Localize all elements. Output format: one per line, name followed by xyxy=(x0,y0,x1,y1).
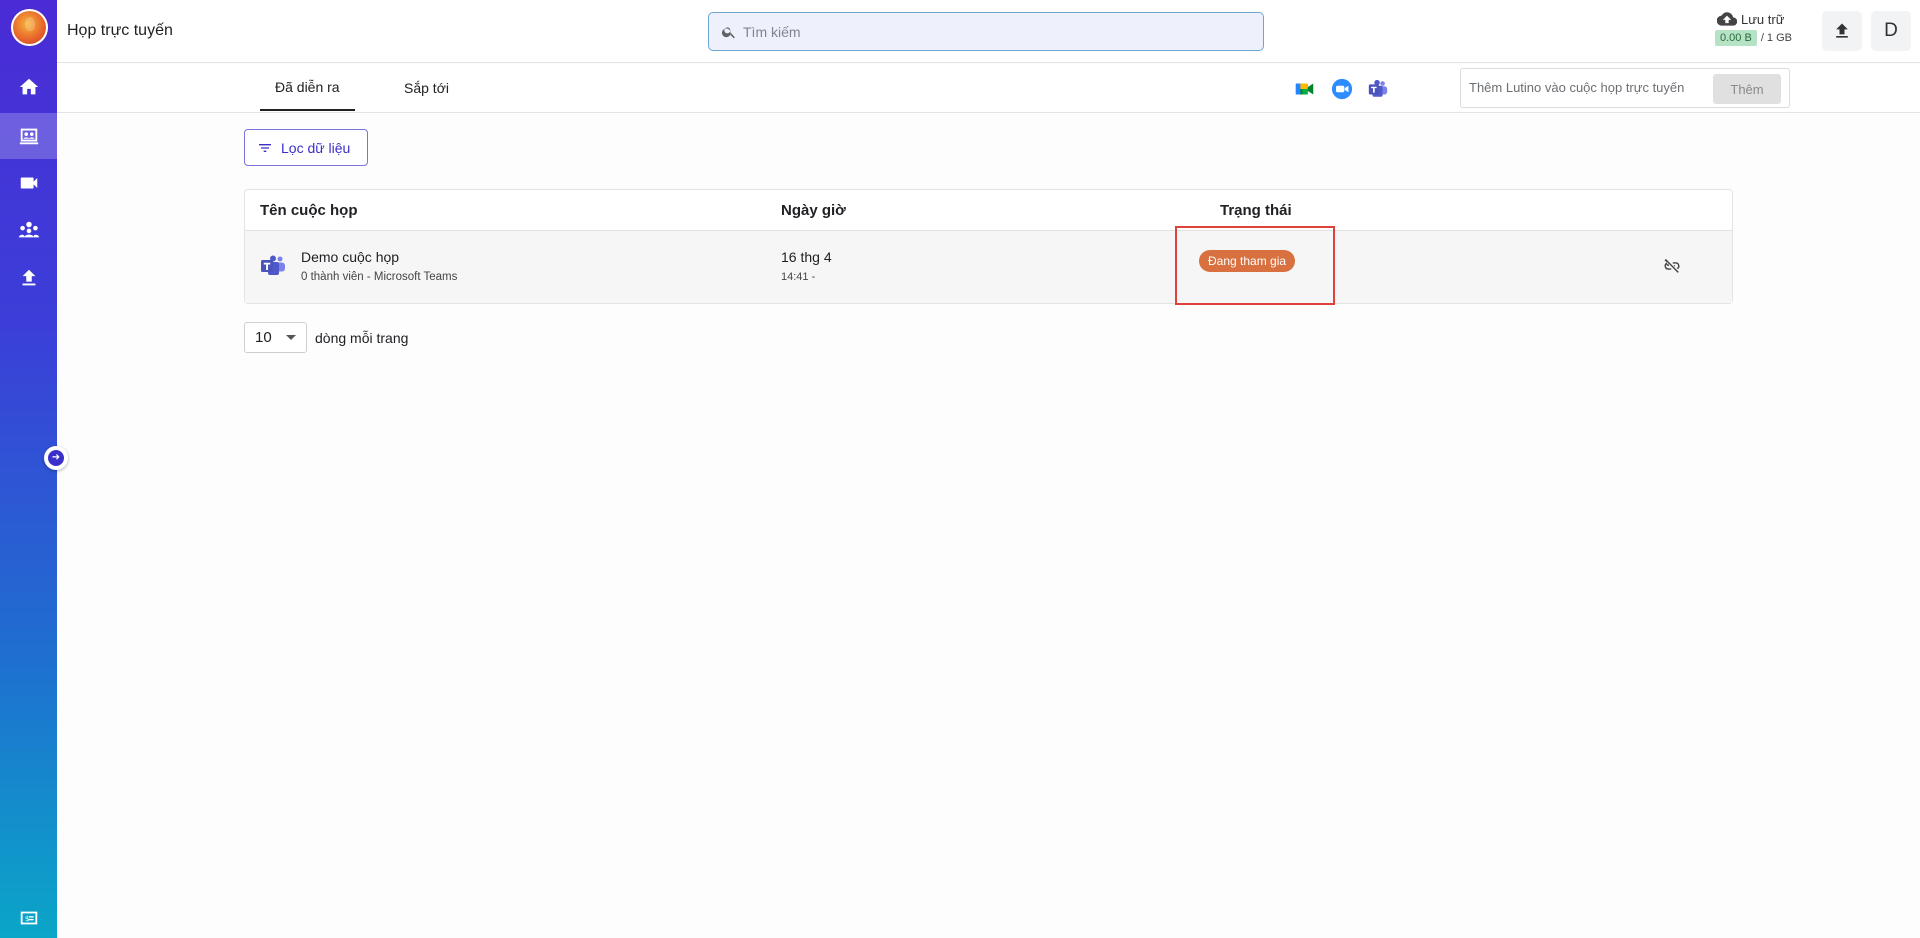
sidebar-item-upload[interactable] xyxy=(0,255,57,301)
filter-label: Lọc dữ liệu xyxy=(281,139,351,156)
zoom-icon[interactable] xyxy=(1330,77,1354,101)
group-icon xyxy=(18,221,39,238)
top-bar: Họp trực tuyến Lưu trữ 0.00 B / 1 GB D xyxy=(57,0,1920,63)
storage-label: Lưu trữ xyxy=(1741,11,1785,27)
svg-text:$: $ xyxy=(24,914,29,923)
column-header-status[interactable]: Trạng thái xyxy=(1220,202,1292,219)
sidebar-item-video[interactable] xyxy=(0,160,57,206)
app-logo[interactable] xyxy=(11,9,48,46)
sidebar-item-home[interactable] xyxy=(0,64,57,110)
upload-icon xyxy=(22,269,35,286)
home-icon xyxy=(19,78,38,95)
upload-icon xyxy=(1836,23,1848,38)
search-input[interactable] xyxy=(743,23,1223,40)
meeting-date: 16 thg 4 xyxy=(781,249,832,265)
sidebar-item-id-card[interactable]: $ xyxy=(0,895,57,938)
page-size-value: 10 xyxy=(255,329,272,346)
storage-total: / 1 GB xyxy=(1760,32,1792,44)
status-badge: Đang tham gia xyxy=(1199,250,1296,272)
filter-button[interactable]: Lọc dữ liệu xyxy=(244,129,368,166)
sidebar: $ ➜ xyxy=(0,0,68,938)
pagination: 10 dòng mỗi trang xyxy=(244,322,408,353)
filter-icon xyxy=(259,143,271,152)
chevron-down-icon xyxy=(286,335,296,340)
search-icon xyxy=(721,26,735,38)
page-size-label: dòng mỗi trang xyxy=(315,329,409,346)
meeting-time: 14:41 - xyxy=(781,271,816,283)
add-button[interactable]: Thêm xyxy=(1713,74,1781,104)
add-bot-box: Thêm xyxy=(1460,68,1790,108)
sidebar-item-meetings[interactable] xyxy=(0,113,57,159)
storage-used: 0.00 B xyxy=(1715,30,1757,46)
storage-indicator[interactable]: Lưu trữ 0.00 B / 1 GB xyxy=(1715,11,1820,46)
meetings-table: Tên cuộc họp Ngày giờ Trạng thái Demo cu… xyxy=(244,189,1733,305)
user-avatar[interactable]: D xyxy=(1871,11,1911,51)
upload-button[interactable] xyxy=(1822,11,1862,51)
id-card-icon: $ xyxy=(20,911,37,925)
table-row[interactable]: Demo cuộc họp 0 thành viên - Microsoft T… xyxy=(245,226,1732,305)
page-title: Họp trực tuyến xyxy=(67,22,173,39)
google-meet-icon[interactable] xyxy=(1293,77,1317,101)
sidebar-expand-button[interactable]: ➜ xyxy=(44,446,68,470)
sub-bar: Đã diễn ra Sắp tới Thêm xyxy=(57,64,1920,113)
page-size-select[interactable]: 10 xyxy=(244,322,307,353)
meeting-name: Demo cuộc họp xyxy=(301,249,400,265)
meeting-subtitle: 0 thành viên - Microsoft Teams xyxy=(301,271,458,283)
teams-icon[interactable] xyxy=(1366,77,1390,101)
column-header-datetime[interactable]: Ngày giờ xyxy=(781,202,846,219)
table-header: Tên cuộc họp Ngày giờ Trạng thái xyxy=(245,190,1732,231)
teams-icon xyxy=(261,255,285,275)
meeting-link-input[interactable] xyxy=(1469,80,1709,95)
search-box[interactable] xyxy=(708,12,1264,51)
unlink-icon[interactable] xyxy=(1663,257,1681,275)
video-camera-icon xyxy=(20,177,37,189)
sidebar-item-groups[interactable] xyxy=(0,207,57,253)
column-header-name[interactable]: Tên cuộc họp xyxy=(260,202,358,219)
tab-upcoming[interactable]: Sắp tới xyxy=(404,64,449,111)
tab-past[interactable]: Đã diễn ra xyxy=(260,64,355,111)
meeting-room-icon xyxy=(19,128,38,145)
arrow-right-icon: ➜ xyxy=(48,450,64,466)
cloud-upload-icon xyxy=(1717,12,1737,26)
